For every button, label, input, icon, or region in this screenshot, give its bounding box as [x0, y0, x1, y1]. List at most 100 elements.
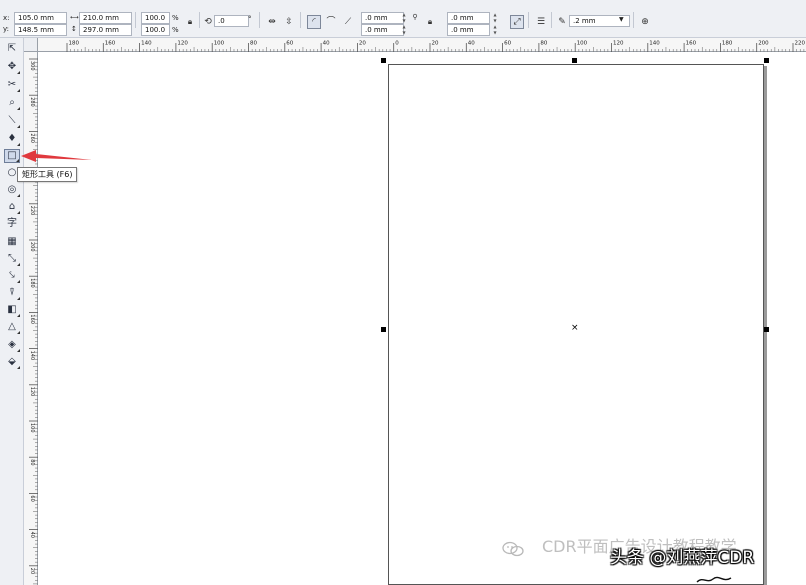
corner-radius-top-right[interactable]: .0 mm [447, 12, 490, 24]
crop-tool-icon[interactable]: ✂ [4, 78, 20, 92]
corner-radius-top-left[interactable]: .0 mm [361, 12, 404, 24]
selection-handle-left[interactable] [381, 327, 386, 332]
rectangle-tool-icon[interactable]: □ [4, 149, 20, 163]
table-tool-icon[interactable]: ▦ [4, 235, 20, 249]
smart-fill-tool-icon[interactable]: ♦ [4, 132, 20, 146]
ruler-label: 100 [577, 41, 588, 47]
ruler-label: 180 [722, 41, 733, 47]
selection-handle-top-right[interactable] [764, 58, 769, 63]
ruler-label: 40 [468, 41, 475, 47]
ruler-label: 80 [29, 459, 35, 465]
scalloped-corner-icon[interactable]: ⌒ [324, 15, 338, 29]
transparency-tool-icon[interactable]: ◧ [4, 303, 20, 317]
chamfer-corner-icon[interactable]: ⟋ [341, 15, 355, 29]
property-bar: x: 105.0 mm y: 148.5 mm ⟷ 210.0 mm ↕ 297… [0, 0, 806, 38]
corner-top-right-stepper[interactable]: ▲ ▼ [492, 12, 498, 24]
corner-top-left-stepper[interactable]: ▲ ▼ [401, 12, 407, 24]
separator [300, 12, 301, 28]
separator [259, 12, 260, 28]
degree-symbol: ° [248, 15, 252, 23]
selection-center-marker[interactable]: × [571, 324, 579, 333]
x-position-field[interactable]: 105.0 mm [14, 12, 67, 24]
selection-handle-top[interactable] [572, 58, 577, 63]
fill-tool-icon[interactable]: ◈ [4, 338, 20, 352]
watermark-toutiao: 头条 @刘燕萍CDR [610, 548, 755, 568]
text-tool-icon[interactable]: 字 [4, 217, 20, 231]
red-pointer-arrow [21, 150, 92, 162]
ruler-label: 220 [795, 41, 806, 47]
ruler-label: 140 [141, 41, 152, 47]
corner-lock-icon[interactable]: 🔒︎ [425, 15, 435, 29]
scale-y-field[interactable]: 100.0 [141, 24, 170, 36]
basic-shapes-tool-icon[interactable]: ⌂ [4, 200, 20, 214]
ruler-label: 300 [29, 61, 35, 71]
ruler-label: 20 [359, 41, 366, 47]
vertical-ruler[interactable]: 3002802602402202001801601401201008060402… [24, 52, 38, 585]
vertical-ruler-ticks: 3002802602402202001801601401201008060402… [29, 58, 38, 585]
selection-handle-right[interactable] [764, 327, 769, 332]
lock-ratio-icon[interactable]: 🔒︎ [183, 15, 197, 29]
wrap-text-icon[interactable]: ☰ [534, 15, 548, 29]
width-icon: ⟷ [70, 14, 79, 21]
separator [633, 12, 634, 28]
polygon-tool-icon[interactable]: ◎ [4, 183, 20, 197]
horizontal-ruler-ticks: 180 160 140 120 100 80 60 40 20 0 20 40 60 80 100 120 14… [66, 41, 806, 52]
ruler-origin[interactable] [24, 38, 38, 52]
rotate-icon: ⟲ [204, 17, 212, 27]
height-field[interactable]: 297.0 mm [79, 24, 132, 36]
scale-y-percent: % [172, 26, 179, 34]
separator [528, 12, 529, 28]
ruler-label: 40 [323, 41, 330, 47]
separator [135, 12, 136, 28]
toolbox: ⇱ ✥ ✂ ⌕ ⟍ ♦ □ ○ ◎ ⌂ 字 ▦ ⤡ ⤥ ⍒ ◧ △ ◈ ⬙ [0, 38, 24, 585]
scale-x-field[interactable]: 100.0 [141, 12, 170, 24]
mirror-vertical-icon[interactable]: ⇳ [282, 15, 296, 29]
ruler-label: 160 [686, 41, 697, 47]
y-position-field[interactable]: 148.5 mm [14, 24, 67, 36]
ruler-label: 180 [69, 41, 80, 47]
corner-link-icon[interactable]: ⚲ [411, 10, 419, 24]
width-field[interactable]: 210.0 mm [79, 12, 132, 24]
ruler-label: 120 [613, 41, 624, 47]
interactive-fill-tool-icon[interactable]: ⬙ [4, 355, 20, 369]
ruler-label: 200 [758, 41, 769, 47]
selection-handle-top-left[interactable] [381, 58, 386, 63]
ruler-label: 120 [29, 387, 35, 397]
ruler-label: 220 [29, 206, 35, 216]
separator [551, 12, 552, 28]
ruler-label: 140 [29, 351, 35, 361]
freehand-tool-icon[interactable]: ⟍ [4, 114, 20, 128]
ruler-label: 80 [540, 41, 547, 47]
height-icon: ↕ [71, 25, 77, 33]
shape-tool-icon[interactable]: ✥ [4, 60, 20, 74]
corner-bottom-right-stepper[interactable]: ▲ ▼ [492, 24, 498, 36]
round-corner-icon[interactable]: ◜ [307, 15, 321, 29]
rotation-field[interactable]: .0 [214, 15, 249, 27]
outline-tool-icon[interactable]: △ [4, 320, 20, 334]
convert-to-curves-icon[interactable]: ⊕ [638, 15, 652, 29]
ruler-label: 100 [29, 423, 35, 433]
corner-radius-bottom-right[interactable]: .0 mm [447, 24, 490, 36]
ruler-label: 260 [29, 133, 35, 143]
ruler-label: 0 [395, 41, 399, 47]
horizontal-ruler[interactable]: 180 160 140 120 100 80 60 40 20 0 20 40 60 80 100 120 14… [24, 38, 806, 52]
mirror-horizontal-icon[interactable]: ⇹ [265, 15, 279, 29]
chevron-down-icon[interactable]: ▼ [619, 15, 624, 25]
relative-corner-scaling-icon[interactable]: ⤢ [510, 15, 524, 29]
ruler-label: 160 [105, 41, 116, 47]
ruler-label: 60 [29, 495, 35, 501]
ruler-label: 40 [29, 532, 35, 538]
effects-tool-icon[interactable]: ⍒ [4, 286, 20, 300]
corner-bottom-left-stepper[interactable]: ▲ ▼ [401, 24, 407, 36]
y-label: y: [3, 25, 9, 33]
corner-radius-bottom-left[interactable]: .0 mm [361, 24, 404, 36]
zoom-tool-icon[interactable]: ⌕ [4, 96, 20, 110]
ruler-label: 60 [286, 41, 293, 47]
ruler-label: 140 [649, 41, 660, 47]
ruler-label: 20 [432, 41, 439, 47]
ruler-label: 160 [29, 314, 35, 324]
connector-tool-icon[interactable]: ⤥ [4, 269, 20, 283]
ruler-label: 280 [29, 97, 35, 107]
dimension-tool-icon[interactable]: ⤡ [4, 252, 20, 266]
pick-tool-icon[interactable]: ⇱ [4, 42, 20, 56]
